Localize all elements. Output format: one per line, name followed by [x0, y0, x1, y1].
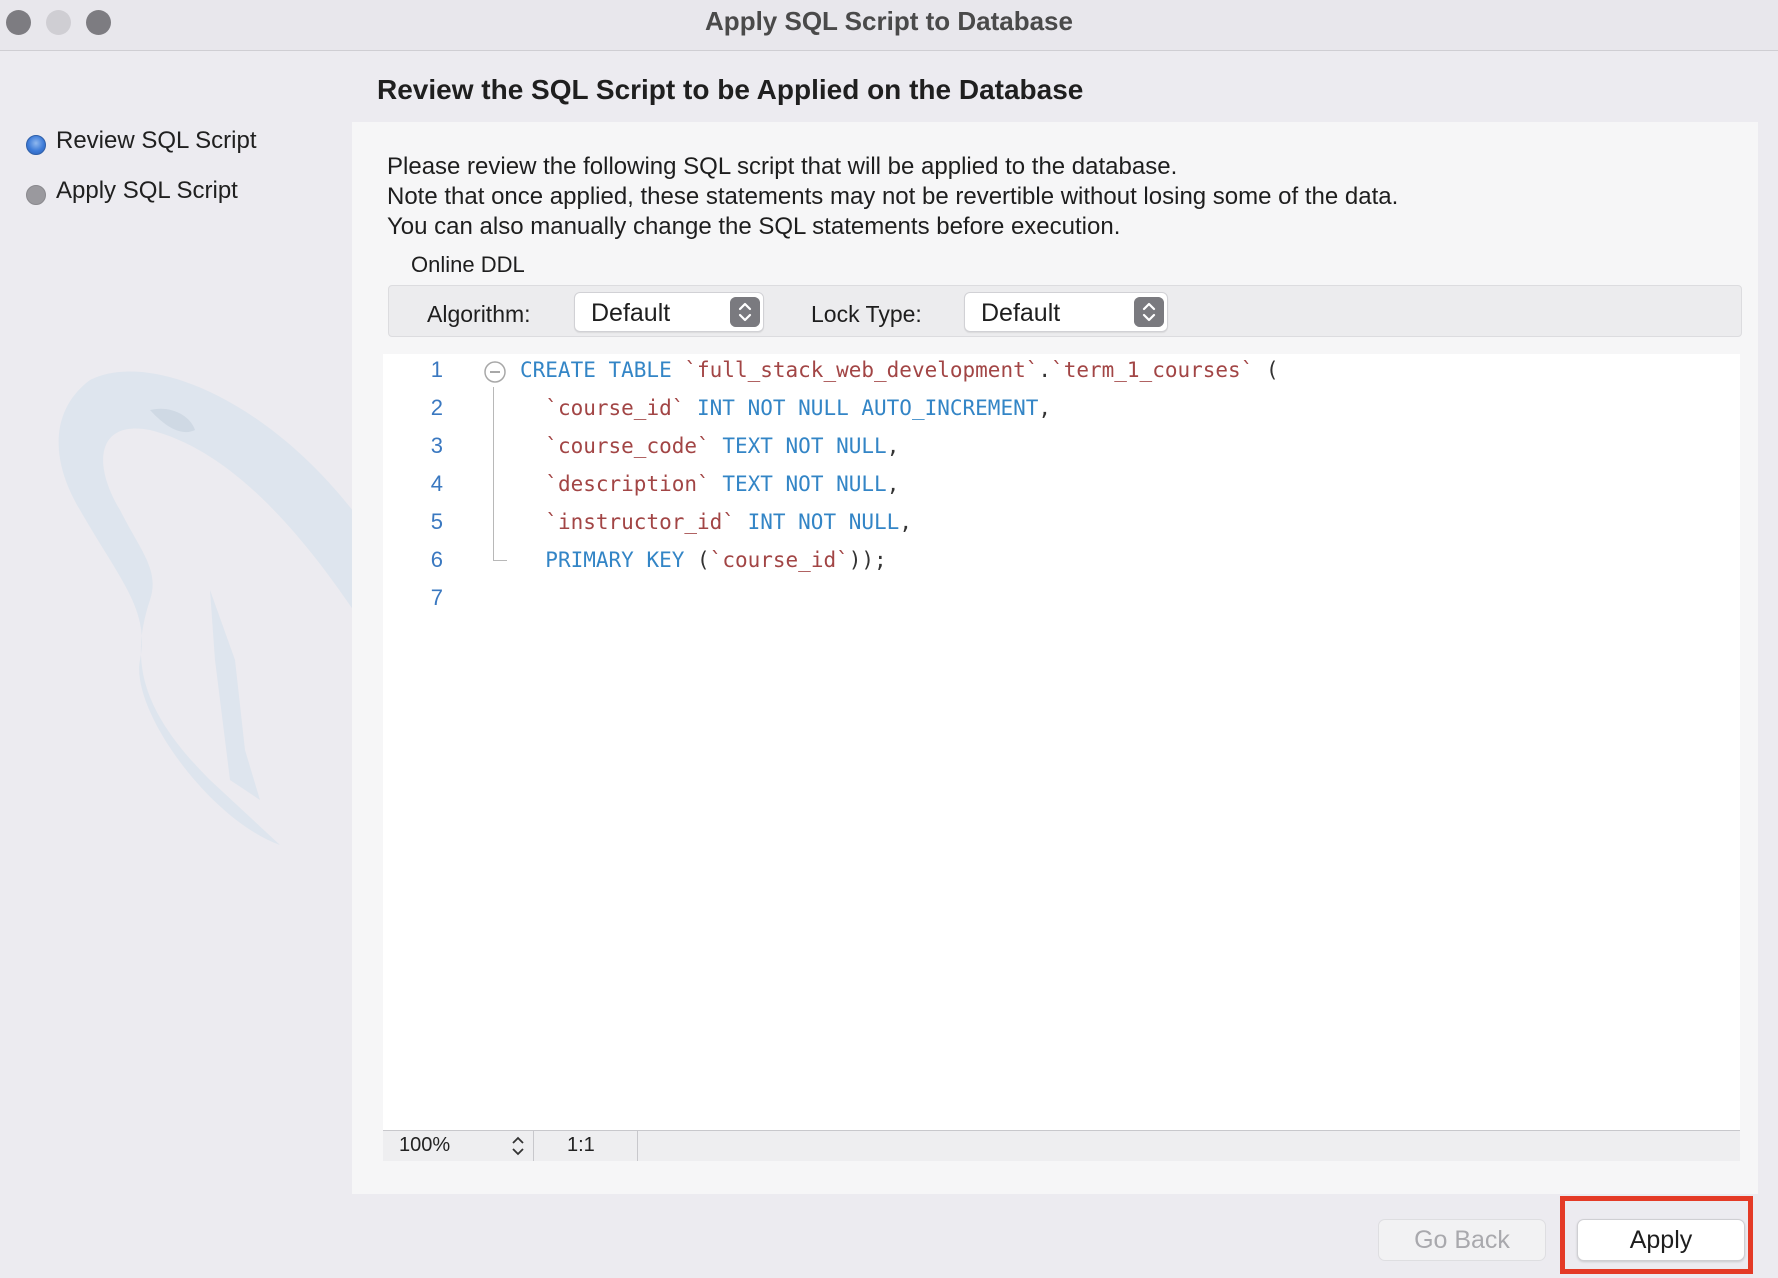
apply-highlight-box	[1560, 1196, 1753, 1274]
lock-type-label: Lock Type:	[811, 301, 922, 327]
algorithm-value: Default	[591, 299, 671, 327]
online-ddl-label: Online DDL	[411, 252, 525, 277]
algorithm-select[interactable]: Default	[574, 292, 764, 332]
line-number: 1	[430, 357, 443, 382]
sql-editor[interactable]: 1 CREATE TABLE `full_stack_web_developmen…	[383, 354, 1740, 1130]
code-line[interactable]: 6 PRIMARY KEY (`course_id`));	[383, 541, 1740, 579]
description-line: You can also manually change the SQL sta…	[387, 213, 1121, 240]
code-line[interactable]: 2 `course_id` INT NOT NULL AUTO_INCREMEN…	[383, 389, 1740, 427]
code-token: ,	[886, 434, 900, 458]
code-line[interactable]: 1 CREATE TABLE `full_stack_web_developmen…	[383, 351, 1740, 389]
line-number: 5	[430, 509, 443, 534]
code-line[interactable]: 4 `description` TEXT NOT NULL,	[383, 465, 1740, 503]
dolphin-watermark-icon	[58, 371, 361, 845]
page-title: Review the SQL Script to be Applied on t…	[377, 74, 1084, 105]
inactive-step-icon	[26, 185, 46, 205]
code-line[interactable]: 5 `instructor_id` INT NOT NULL,	[383, 503, 1740, 541]
code-text: `course_code` TEXT NOT NULL,	[520, 427, 899, 465]
code-token: (	[1253, 358, 1279, 382]
code-token: .	[1038, 358, 1052, 382]
step-label: Review SQL Script	[56, 127, 257, 154]
code-token: `description`	[545, 472, 710, 496]
code-token: CREATE TABLE	[520, 358, 685, 382]
zoom-level: 100%	[399, 1134, 451, 1156]
code-token: `course_id`	[545, 396, 685, 420]
description-line: Please review the following SQL script t…	[387, 153, 1178, 180]
code-text: `description` TEXT NOT NULL,	[520, 465, 899, 503]
zoom-stepper-icon[interactable]	[509, 1133, 527, 1159]
online-ddl-group: Algorithm: Default Lock Type: Default	[388, 285, 1742, 337]
code-token: TEXT NOT NULL	[709, 472, 887, 496]
code-token: ,	[886, 472, 900, 496]
code-token: (	[684, 548, 710, 572]
status-divider	[637, 1131, 638, 1161]
code-token: `term_1_courses`	[1051, 358, 1254, 382]
code-text: CREATE TABLE `full_stack_web_development…	[520, 351, 1279, 389]
code-token: `instructor_id`	[545, 510, 735, 534]
updown-chevron-icon	[1134, 297, 1164, 327]
line-number: 4	[430, 471, 443, 496]
code-token: ,	[1038, 396, 1052, 420]
line-number: 6	[430, 547, 443, 572]
step-review-sql-script: Review SQL Script	[26, 126, 257, 176]
code-text: PRIMARY KEY (`course_id`));	[520, 541, 887, 579]
window-title: Apply SQL Script to Database	[705, 6, 1073, 36]
code-token: `course_id`	[709, 548, 849, 572]
code-token: ,	[899, 510, 912, 534]
updown-chevron-icon	[730, 297, 760, 327]
code-token: PRIMARY KEY	[545, 548, 685, 572]
editor-status-bar: 100% 1:1	[383, 1130, 1740, 1161]
code-token: INT NOT NULL	[734, 510, 900, 534]
algorithm-label: Algorithm:	[427, 301, 531, 327]
lock-type-value: Default	[981, 299, 1061, 327]
code-line[interactable]: 7	[383, 579, 1740, 617]
go-back-button[interactable]: Go Back	[1378, 1219, 1546, 1261]
line-number: 7	[430, 585, 443, 610]
content-panel: Please review the following SQL script t…	[352, 122, 1758, 1194]
code-token: `full_stack_web_development`	[684, 358, 1039, 382]
code-token: INT NOT NULL AUTO_INCREMENT	[684, 396, 1039, 420]
code-text: `course_id` INT NOT NULL AUTO_INCREMENT,	[520, 389, 1051, 427]
status-divider	[533, 1131, 534, 1161]
line-number: 3	[430, 433, 443, 458]
code-line[interactable]: 3 `course_code` TEXT NOT NULL,	[383, 427, 1740, 465]
step-label: Apply SQL Script	[56, 177, 238, 204]
code-text: `instructor_id` INT NOT NULL,	[520, 503, 912, 541]
step-apply-sql-script: Apply SQL Script	[26, 176, 257, 226]
code-token: ));	[848, 548, 887, 572]
description: Please review the following SQL script t…	[387, 152, 1398, 242]
active-step-icon	[26, 135, 46, 155]
wizard-steps: Review SQL Script Apply SQL Script	[26, 126, 257, 226]
cursor-position: 1:1	[567, 1134, 595, 1156]
code-token: TEXT NOT NULL	[709, 434, 887, 458]
lock-type-select[interactable]: Default	[964, 292, 1168, 332]
description-line: Note that once applied, these statements…	[387, 183, 1399, 210]
code-token: `course_code`	[545, 434, 710, 458]
title-bar: Apply SQL Script to Database	[0, 0, 1778, 51]
line-number: 2	[430, 395, 443, 420]
